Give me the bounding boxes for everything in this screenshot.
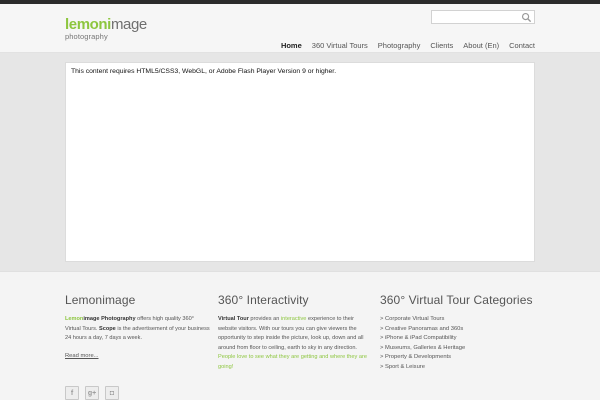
facebook-icon[interactable]: f — [65, 386, 79, 400]
interactivity-tagline: People love to see what they are getting… — [218, 354, 367, 370]
footer-categories-title: 360° Virtual Tour Categories — [380, 293, 533, 307]
footer-about-title: Lemonimage — [65, 293, 136, 307]
main-nav: Home 360 Virtual Tours Photography Clien… — [271, 41, 535, 50]
nav-contact[interactable]: Contact — [509, 41, 535, 50]
google-plus-icon[interactable]: g+ — [85, 386, 99, 400]
interactive-word: interactive — [280, 316, 307, 322]
brand-rest: image Photography — [83, 316, 136, 322]
about-text-2: Virtual Tours. — [65, 325, 99, 332]
nav-home[interactable]: Home — [281, 41, 302, 50]
social-links: f g+ ◘ — [65, 386, 119, 400]
category-item[interactable]: > Sport & Leisure — [380, 363, 550, 373]
nav-360-virtual-tours[interactable]: 360 Virtual Tours — [312, 41, 368, 50]
read-more-link[interactable]: Read more... — [65, 353, 99, 359]
flash-content-box: This content requires HTML5/CSS3, WebGL,… — [65, 62, 535, 262]
about-text-1: offers high quality 360° — [135, 316, 194, 322]
brand-green: Lemon — [65, 316, 84, 322]
logo-text: lemonimage — [65, 17, 147, 32]
nav-photography[interactable]: Photography — [378, 41, 421, 50]
footer-col-categories: 360° Virtual Tour Categories > Corporate… — [380, 293, 550, 373]
logo[interactable]: lemonimage photography — [65, 17, 147, 41]
category-item[interactable]: > Creative Panoramas and 360s — [380, 325, 550, 335]
category-item[interactable]: > Property & Developments — [380, 353, 550, 363]
plugin-notice: This content requires HTML5/CSS3, WebGL,… — [71, 68, 337, 75]
footer-col-about: Lemonimage Lemonimage Photography offers… — [65, 293, 210, 362]
search-input[interactable] — [432, 16, 518, 29]
footer-interactivity-title: 360° Interactivity — [218, 293, 309, 307]
footer-about-text: Lemonimage Photography offers high quali… — [65, 315, 210, 344]
logo-subtitle: photography — [65, 32, 108, 41]
nav-clients[interactable]: Clients — [430, 41, 453, 50]
footer-col-interactivity: 360° Interactivity Virtual Tour provides… — [218, 293, 368, 373]
main-stage: This content requires HTML5/CSS3, WebGL,… — [0, 53, 600, 271]
instagram-icon[interactable]: ◘ — [105, 386, 119, 400]
vt-label: Virtual Tour — [218, 316, 249, 322]
category-list: > Corporate Virtual Tours > Creative Pan… — [380, 315, 550, 373]
category-item[interactable]: > iPhone & iPad Compatibility — [380, 334, 550, 344]
logo-rest: mage — [110, 16, 147, 33]
logo-bold: lemoni — [65, 16, 111, 33]
nav-about[interactable]: About (En) — [463, 41, 499, 50]
category-item[interactable]: > Corporate Virtual Tours — [380, 315, 550, 325]
category-item[interactable]: > Museums, Galleries & Heritage — [380, 344, 550, 354]
search-box — [431, 10, 535, 29]
site-header: lemonimage photography Home 360 Virtual … — [0, 4, 600, 53]
scope-label: Scope — [99, 325, 116, 332]
footer-interactivity-text: Virtual Tour provides an interactive exp… — [218, 315, 368, 373]
footer: Lemonimage Lemonimage Photography offers… — [0, 271, 600, 400]
interactivity-text-1: provides an — [248, 316, 281, 322]
search-icon[interactable] — [521, 12, 532, 23]
